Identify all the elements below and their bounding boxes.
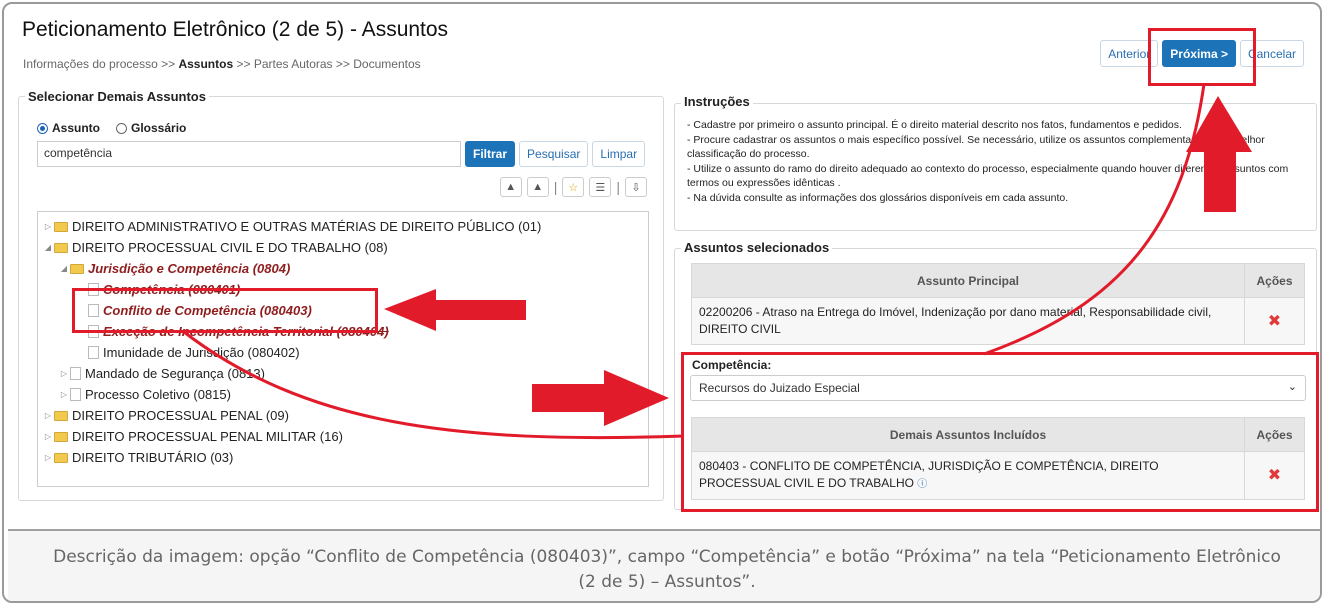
radio-assunto[interactable]: [37, 122, 48, 134]
crumb-sep: >>: [236, 57, 251, 71]
crumb-sep: >>: [161, 57, 176, 71]
crumb-partes[interactable]: Partes Autoras: [254, 57, 333, 71]
expand-all-icon[interactable]: ▲: [499, 177, 522, 197]
folder-icon: [54, 221, 68, 232]
list-icon[interactable]: ☰: [589, 177, 612, 197]
competencia-select[interactable]: Recursos do Juizado Especial ⌄: [690, 375, 1306, 401]
tree-toolbar: ▲ ▲ | ☆ ☰ | ⇩: [499, 177, 647, 197]
folder-icon: [54, 410, 68, 421]
instruction-line: - Na dúvida consulte as informações dos …: [687, 191, 1069, 204]
anterior-button[interactable]: Anterior: [1100, 40, 1159, 67]
instructions-panel: Instruções - Cadastre por primeiro o ass…: [674, 94, 1317, 231]
tree-node[interactable]: Imunidade de Jurisdição (080402): [38, 342, 648, 363]
acoes-header: Ações: [1244, 417, 1305, 452]
pesquisar-button[interactable]: Pesquisar: [519, 141, 589, 167]
principal-text: 02200206 - Atraso na Entrega do Imóvel, …: [691, 297, 1245, 345]
top-actions: Anterior Próxima > Cancelar: [1100, 40, 1304, 67]
star-icon[interactable]: ☆: [562, 177, 585, 197]
principal-header: Assunto Principal: [691, 263, 1245, 298]
crumb-info[interactable]: Informações do processo: [23, 57, 158, 71]
tree-node[interactable]: ▷ DIREITO PROCESSUAL PENAL (09): [38, 405, 648, 426]
screen-frame: Peticionamento Eletrônico (2 de 5) - Ass…: [2, 2, 1322, 603]
tree-node[interactable]: ▷ Mandado de Segurança (0813): [38, 363, 648, 384]
instruction-line: - Procure cadastrar os assuntos o mais e…: [687, 133, 1265, 161]
crumb-sep: >>: [335, 57, 350, 71]
folder-icon: [70, 263, 84, 274]
file-icon: [88, 346, 99, 359]
crumb-assuntos: Assuntos: [178, 57, 234, 71]
crumb-documentos[interactable]: Documentos: [353, 57, 420, 71]
filtrar-button[interactable]: Filtrar: [465, 141, 516, 167]
image-caption: Descrição da imagem: opção “Conflito de …: [8, 529, 1320, 601]
search-input[interactable]: competência: [37, 141, 461, 167]
tree-node[interactable]: ▷ Processo Coletivo (0815): [38, 384, 648, 405]
filter-buttons: Filtrar Pesquisar Limpar: [465, 141, 646, 167]
demais-header: Demais Assuntos Incluídos: [691, 417, 1245, 452]
cancelar-button[interactable]: Cancelar: [1239, 40, 1304, 67]
principal-table: Assunto Principal Ações 02200206 - Atras…: [691, 263, 1305, 345]
tree-node[interactable]: ◢ Jurisdição e Competência (0804): [38, 258, 648, 279]
radio-glossario-label: Glossário: [131, 121, 187, 135]
info-icon[interactable]: ⓘ: [917, 479, 927, 490]
instruction-line: - Cadastre por primeiro o assunto princi…: [687, 119, 1182, 131]
search-mode: Assunto Glossário: [37, 121, 186, 135]
sort-icon[interactable]: ⇩: [625, 177, 647, 197]
acoes-header: Ações: [1244, 263, 1305, 298]
folder-icon: [54, 431, 68, 442]
breadcrumb: Informações do processo >> Assuntos >> P…: [23, 57, 421, 71]
panel-legend: Selecionar Demais Assuntos: [25, 89, 209, 104]
selected-legend: Assuntos selecionados: [681, 240, 833, 255]
page-title: Peticionamento Eletrônico (2 de 5) - Ass…: [22, 18, 449, 41]
tree-node[interactable]: ▷ DIREITO ADMINISTRATIVO E OUTRAS MATÉRIA…: [38, 216, 648, 237]
chevron-down-icon: ⌄: [1287, 381, 1297, 393]
radio-glossario[interactable]: [116, 122, 127, 134]
select-subjects-panel: Selecionar Demais Assuntos Assunto Gloss…: [18, 89, 664, 501]
demais-table: Demais Assuntos Incluídos Ações 080403 -…: [691, 417, 1305, 500]
file-icon: [88, 325, 99, 338]
tree-node[interactable]: ▷ DIREITO TRIBUTÁRIO (03): [38, 447, 648, 468]
proxima-button[interactable]: Próxima >: [1162, 40, 1236, 67]
remove-principal-icon[interactable]: ✖: [1244, 297, 1305, 345]
file-icon: [70, 367, 81, 380]
tree-node[interactable]: Competência (080401): [38, 279, 648, 300]
file-icon: [88, 304, 99, 317]
remove-demais-icon[interactable]: ✖: [1244, 451, 1305, 500]
demais-text: 080403 - CONFLITO DE COMPETÊNCIA, JURISD…: [691, 451, 1245, 500]
collapse-all-icon[interactable]: ▲: [526, 177, 549, 197]
instructions-legend: Instruções: [681, 94, 753, 110]
folder-icon: [54, 242, 68, 253]
folder-icon: [54, 452, 68, 463]
instruction-line: - Utilize o assunto do ramo do direito a…: [687, 162, 1289, 190]
file-icon: [70, 388, 81, 401]
competencia-label: Competência:: [692, 358, 772, 372]
tree-node[interactable]: ▷ DIREITO PROCESSUAL PENAL MILITAR (16): [38, 426, 648, 447]
tree-node[interactable]: Exceção de Incompetência Territorial (08…: [38, 321, 648, 342]
subject-tree: ▷ DIREITO ADMINISTRATIVO E OUTRAS MATÉRIA…: [37, 211, 649, 487]
radio-assunto-label: Assunto: [52, 121, 100, 135]
limpar-button[interactable]: Limpar: [592, 141, 646, 167]
tree-node-conflito[interactable]: Conflito de Competência (080403): [38, 300, 648, 321]
tree-node[interactable]: ◢ DIREITO PROCESSUAL CIVIL E DO TRABALHO …: [38, 237, 648, 258]
file-icon: [88, 283, 99, 296]
